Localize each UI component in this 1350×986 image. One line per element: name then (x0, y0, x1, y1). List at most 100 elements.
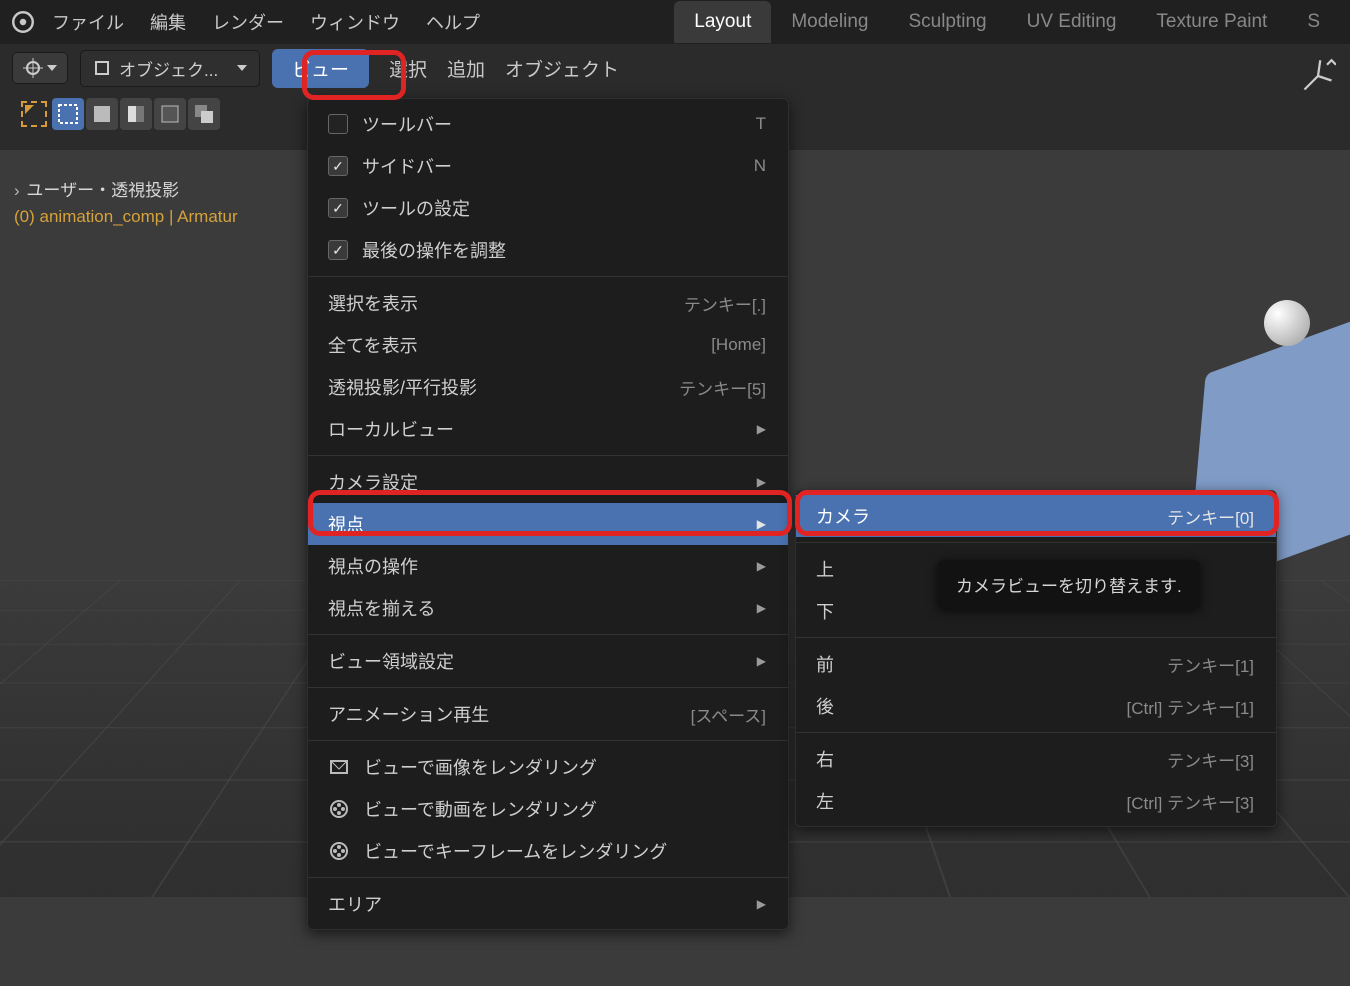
menu-file[interactable]: ファイル (52, 9, 124, 35)
menu-separator (308, 877, 788, 878)
viewpoint-submenu: カメラテンキー[0]上下前テンキー[1]後[Ctrl] テンキー[1]右テンキー… (795, 490, 1277, 827)
menu-item[interactable]: 視点を揃える ▶ (308, 587, 788, 629)
submenu-arrow-icon: ▶ (757, 654, 766, 668)
mode-label: オブジェク... (119, 56, 218, 81)
chevron-down-icon (237, 65, 247, 71)
render-video-icon (328, 798, 350, 820)
view-menu-button[interactable]: ビュー (272, 49, 369, 88)
view-dropdown-menu: ツールバーTサイドバーNツールの設定最後の操作を調整選択を表示テンキー[.]全て… (307, 98, 789, 930)
menu-item[interactable]: アニメーション再生 [スペース] (308, 693, 788, 735)
menu-item-label: 視点の操作 (328, 553, 418, 579)
blender-logo-icon[interactable] (10, 9, 36, 35)
menu-item-shortcut: N (754, 156, 766, 176)
submenu-arrow-icon: ▶ (757, 517, 766, 531)
menu-item[interactable]: 視点▶ (308, 503, 788, 545)
menu-item[interactable]: ビューでキーフレームをレンダリング (308, 830, 788, 872)
menu-item-label: 右 (816, 746, 834, 772)
menu-item-label: ビューでキーフレームをレンダリング (364, 838, 667, 864)
tab-uvediting[interactable]: UV Editing (1007, 1, 1137, 43)
select-invert-tool[interactable] (120, 98, 152, 130)
tab-truncated[interactable]: S (1287, 1, 1340, 43)
menu-item[interactable]: 後[Ctrl] テンキー[1] (796, 685, 1276, 727)
menu-item-label: サイドバー (362, 153, 452, 179)
select-intersect-tool[interactable] (188, 98, 220, 130)
menu-item-label: ビューで動画をレンダリング (364, 796, 597, 822)
menu-item-shortcut: テンキー[.] (684, 291, 766, 316)
workspace-tabs: Layout Modeling Sculpting UV Editing Tex… (674, 1, 1340, 43)
object-menu[interactable]: オブジェクト (505, 55, 619, 82)
select-solid-tool[interactable] (86, 98, 118, 130)
select-tweak-tool[interactable] (18, 98, 50, 130)
select-subtract-tool[interactable] (154, 98, 186, 130)
tab-texturepaint[interactable]: Texture Paint (1136, 1, 1287, 43)
menu-item-shortcut: [スペース] (691, 702, 766, 727)
checkbox-icon (328, 114, 348, 134)
menu-item-label: 前 (816, 651, 834, 677)
viewport-info-overlay: › ユーザー・透視投影 (0) animation_comp | Armatur (14, 176, 238, 227)
menu-item[interactable]: 前 テンキー[1] (796, 643, 1276, 685)
viewport-object (1140, 300, 1350, 510)
chevron-down-icon (47, 65, 57, 71)
viewport-header: オブジェク... ビュー 選択 追加 オブジェクト (0, 44, 1350, 92)
menu-item-label: ローカルビュー (328, 416, 454, 442)
menu-item-label: ツールバー (362, 111, 452, 137)
topbar: ファイル 編集 レンダー ウィンドウ ヘルプ Layout Modeling S… (0, 0, 1350, 44)
select-box-tool[interactable] (52, 98, 84, 130)
menu-item-label: 上 (816, 556, 834, 582)
menu-item[interactable]: ビューで画像をレンダリング (308, 746, 788, 788)
select-menu[interactable]: 選択 (389, 55, 427, 82)
menu-separator (796, 732, 1276, 733)
viewport-projection-label: ユーザー・透視投影 (26, 181, 179, 200)
menu-item[interactable]: 左[Ctrl] テンキー[3] (796, 780, 1276, 822)
menu-item[interactable]: ビューで動画をレンダリング (308, 788, 788, 830)
checkbox-icon (328, 240, 348, 260)
tab-sculpting[interactable]: Sculpting (888, 1, 1006, 43)
menu-item-shortcut: テンキー[0] (1167, 504, 1254, 529)
viewport-scene-label: animation_comp | Armatur (35, 207, 238, 226)
menu-item[interactable]: ビュー領域設定 ▶ (308, 640, 788, 682)
menu-separator (796, 542, 1276, 543)
menu-item-shortcut: [Ctrl] テンキー[1] (1126, 694, 1254, 719)
menu-item-label: エリア (328, 891, 382, 917)
mode-selector[interactable]: オブジェク... (80, 50, 260, 87)
axes-toggle-icon[interactable] (1300, 58, 1336, 94)
menu-item-label: アニメーション再生 (328, 701, 489, 727)
checkbox-icon (328, 198, 348, 218)
menu-item[interactable]: サイドバー N (308, 145, 788, 187)
menu-item-shortcut: テンキー[1] (1167, 652, 1254, 677)
menu-item[interactable]: エリア▶ (308, 883, 788, 925)
tab-modeling[interactable]: Modeling (771, 1, 888, 43)
menu-item[interactable]: カメラ設定▶ (308, 461, 788, 503)
submenu-arrow-icon: ▶ (757, 475, 766, 489)
menu-item[interactable]: 最後の操作を調整 (308, 229, 788, 271)
overlay-expand-icon[interactable]: › (14, 181, 20, 200)
menu-edit[interactable]: 編集 (150, 9, 186, 35)
menu-separator (308, 687, 788, 688)
menu-item[interactable]: 透視投影/平行投影テンキー[5] (308, 366, 788, 408)
menu-help[interactable]: ヘルプ (426, 9, 480, 35)
menu-item[interactable]: ツールの設定 (308, 187, 788, 229)
menu-item[interactable]: 視点の操作▶ (308, 545, 788, 587)
menu-item-label: 視点を揃える (328, 595, 435, 621)
menu-item[interactable]: カメラテンキー[0] (796, 495, 1276, 537)
menu-item[interactable]: ローカルビュー ▶ (308, 408, 788, 450)
menu-item-label: 全てを表示 (328, 332, 418, 358)
menu-item[interactable]: 選択を表示テンキー[.] (308, 282, 788, 324)
menu-item[interactable]: 全てを表示 [Home] (308, 324, 788, 366)
submenu-arrow-icon: ▶ (757, 422, 766, 436)
menu-render[interactable]: レンダー (212, 9, 284, 35)
submenu-arrow-icon: ▶ (757, 601, 766, 615)
editor-type-button[interactable] (12, 52, 68, 84)
menu-item[interactable]: ツールバーT (308, 103, 788, 145)
menu-item-shortcut: テンキー[5] (679, 375, 766, 400)
menu-window[interactable]: ウィンドウ (310, 9, 400, 35)
menu-item-shortcut: [Home] (711, 335, 766, 355)
menu-separator (308, 455, 788, 456)
menu-item-label: 最後の操作を調整 (362, 237, 506, 263)
cursor-3d-icon (23, 58, 43, 78)
menu-item[interactable]: 右テンキー[3] (796, 738, 1276, 780)
menu-item-label: ビュー領域設定 (328, 648, 454, 674)
tab-layout[interactable]: Layout (674, 1, 771, 43)
add-menu[interactable]: 追加 (447, 55, 485, 82)
render-image-icon (328, 756, 350, 778)
